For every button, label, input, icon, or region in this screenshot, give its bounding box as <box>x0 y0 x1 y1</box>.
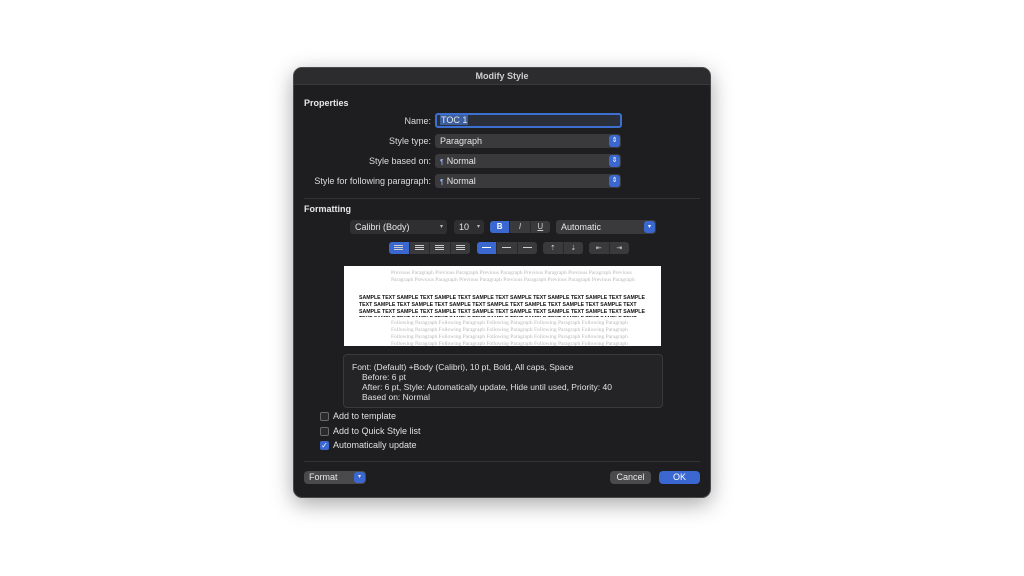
font-style-group: B I U <box>490 221 550 233</box>
one-half-spacing-icon <box>502 247 512 249</box>
font-size-select[interactable]: 10 ▾ <box>454 220 484 234</box>
chevron-updown-icon: ⇕ <box>609 155 620 167</box>
decrease-indent-button[interactable]: ⇤ <box>589 242 610 254</box>
sample-text: SAMPLE TEXT SAMPLE TEXT SAMPLE TEXT SAMP… <box>359 295 645 317</box>
font-size-value: 10 <box>459 222 470 232</box>
align-right-icon <box>435 245 445 251</box>
following-label: Style for following paragraph: <box>314 176 431 186</box>
double-spacing-icon <box>522 247 532 249</box>
space-before-icon: ⇡ <box>549 245 556 252</box>
paragraph-style-icon: ¶ <box>440 159 444 166</box>
style-type-select[interactable]: Paragraph ⇕ <box>435 134 621 148</box>
cancel-button[interactable]: Cancel <box>610 471 651 484</box>
chevron-updown-icon: ⇕ <box>609 135 620 147</box>
following-value: Normal <box>446 176 476 186</box>
name-input[interactable]: TOC 1 <box>435 113 622 128</box>
add-to-quick-style-label: Add to Quick Style list <box>333 426 421 436</box>
divider <box>304 198 700 199</box>
line-spacing-group <box>477 242 537 254</box>
based-on-label: Style based on: <box>368 156 431 166</box>
chevron-down-icon: ▾ <box>354 472 365 483</box>
double-spacing-button[interactable] <box>518 242 537 254</box>
checkmark-icon: ✓ <box>321 441 328 450</box>
style-type-label: Style type: <box>388 136 431 146</box>
auto-update-checkbox[interactable]: ✓ <box>320 441 329 450</box>
space-before-button[interactable]: ⇡ <box>543 242 564 254</box>
chevron-down-icon: ▾ <box>439 224 443 230</box>
description-line-4: Based on: Normal <box>362 392 431 402</box>
name-label: Name: <box>404 116 431 126</box>
decrease-indent-icon: ⇤ <box>595 245 602 252</box>
font-value: Calibri (Body) <box>355 222 410 232</box>
justify-button[interactable] <box>451 242 471 254</box>
add-to-template-checkbox[interactable] <box>320 412 329 421</box>
align-center-button[interactable] <box>410 242 430 254</box>
align-center-icon <box>414 245 424 251</box>
increase-indent-icon: ⇥ <box>616 245 623 252</box>
bold-button[interactable]: B <box>490 221 511 233</box>
dialog-title: Modify Style <box>294 68 710 85</box>
font-color-value: Automatic <box>561 222 602 232</box>
align-left-button[interactable] <box>389 242 410 254</box>
modify-style-dialog: Modify Style Properties Name: TOC 1 Styl… <box>293 67 711 498</box>
chevron-down-icon: ▾ <box>644 221 655 233</box>
style-type-value: Paragraph <box>440 136 483 146</box>
previous-paragraph-text: Previous Paragraph Previous Paragraph Pr… <box>391 270 635 283</box>
name-value: TOC 1 <box>440 115 469 125</box>
underline-button[interactable]: U <box>531 221 550 233</box>
format-label: Format <box>309 472 338 482</box>
chevron-down-icon: ▾ <box>476 224 480 230</box>
font-select[interactable]: Calibri (Body) ▾ <box>350 220 447 234</box>
font-color-select[interactable]: Automatic ▾ <box>556 220 656 234</box>
space-after-button[interactable]: ⇣ <box>564 242 584 254</box>
single-spacing-icon <box>482 247 492 249</box>
formatting-heading: Formatting <box>304 204 351 214</box>
description-line-1: Font: (Default) +Body (Calibri), 10 pt, … <box>352 362 574 372</box>
based-on-select[interactable]: ¶ Normal ⇕ <box>435 154 621 168</box>
add-to-template-label: Add to template <box>333 411 397 421</box>
justify-icon <box>455 245 465 251</box>
based-on-value: Normal <box>446 156 476 166</box>
single-spacing-button[interactable] <box>477 242 498 254</box>
paragraph-spacing-group: ⇡ ⇣ <box>543 242 583 254</box>
italic-button[interactable]: I <box>510 221 531 233</box>
following-select[interactable]: ¶ Normal ⇕ <box>435 174 621 188</box>
ok-button[interactable]: OK <box>659 471 700 484</box>
style-description: Font: (Default) +Body (Calibri), 10 pt, … <box>343 354 663 408</box>
description-line-2: Before: 6 pt <box>362 372 406 382</box>
align-right-button[interactable] <box>430 242 451 254</box>
properties-heading: Properties <box>304 98 349 108</box>
indent-group: ⇤ ⇥ <box>589 242 629 254</box>
format-menu-button[interactable]: Format ▾ <box>304 471 366 484</box>
description-line-3: After: 6 pt, Style: Automatically update… <box>362 382 612 392</box>
following-paragraph-text: Following Paragraph Following Paragraph … <box>391 320 628 346</box>
add-to-quick-style-checkbox[interactable] <box>320 427 329 436</box>
divider <box>304 461 700 462</box>
style-preview: Previous Paragraph Previous Paragraph Pr… <box>344 266 661 346</box>
align-left-icon <box>394 245 404 251</box>
increase-indent-button[interactable]: ⇥ <box>610 242 630 254</box>
auto-update-label: Automatically update <box>333 440 417 450</box>
space-after-icon: ⇣ <box>570 245 577 252</box>
alignment-group <box>389 242 470 254</box>
paragraph-style-icon: ¶ <box>440 179 444 186</box>
one-half-spacing-button[interactable] <box>497 242 518 254</box>
chevron-updown-icon: ⇕ <box>609 175 620 187</box>
